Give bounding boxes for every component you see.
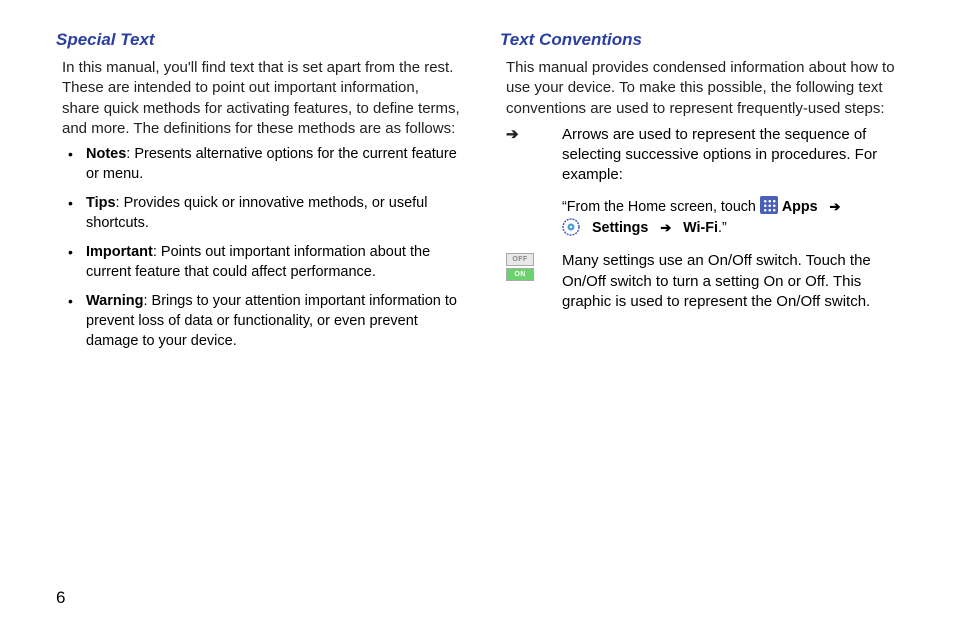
right-column: Text Conventions This manual provides co… bbox=[500, 30, 904, 361]
desc-notes: : Presents alternative options for the c… bbox=[86, 146, 457, 182]
special-text-heading: Special Text bbox=[56, 30, 460, 50]
special-text-intro: In this manual, you'll find text that is… bbox=[56, 58, 460, 139]
bullet-warning: • Warning: Brings to your attention impo… bbox=[68, 292, 460, 351]
arrow-convention-desc: Arrows are used to represent the sequenc… bbox=[562, 125, 904, 186]
switch-off-label: OFF bbox=[506, 253, 534, 266]
switch-convention-row: OFF ON Many settings use an On/Off switc… bbox=[506, 251, 904, 312]
term-important: Important bbox=[86, 244, 153, 260]
bullet-important: • Important: Points out important inform… bbox=[68, 243, 460, 282]
navigation-example: “From the Home screen, touch Apps ➔ bbox=[562, 196, 904, 240]
bullet-dot-icon: • bbox=[68, 145, 86, 184]
text-conventions-intro: This manual provides condensed informati… bbox=[500, 58, 904, 119]
switch-convention-desc: Many settings use an On/Off switch. Touc… bbox=[562, 251, 904, 312]
bullet-dot-icon: • bbox=[68, 243, 86, 282]
term-notes: Notes bbox=[86, 146, 126, 162]
page-number: 6 bbox=[56, 588, 65, 608]
bullet-notes: • Notes: Presents alternative options fo… bbox=[68, 145, 460, 184]
term-tips: Tips bbox=[86, 195, 116, 211]
example-wifi-label: Wi-Fi bbox=[683, 220, 718, 236]
arrow-convention-row: ➔ Arrows are used to represent the seque… bbox=[506, 125, 904, 240]
bullet-dot-icon: • bbox=[68, 292, 86, 351]
bullet-dot-icon: • bbox=[68, 194, 86, 233]
left-column: Special Text In this manual, you'll find… bbox=[56, 30, 460, 361]
example-apps-label: Apps bbox=[782, 199, 818, 215]
switch-on-label: ON bbox=[506, 268, 534, 281]
term-warning: Warning bbox=[86, 293, 143, 309]
nav-arrow-icon: ➔ bbox=[660, 220, 671, 235]
arrow-right-icon: ➔ bbox=[506, 125, 562, 240]
onoff-switch-icon: OFF ON bbox=[506, 251, 562, 312]
bullet-tips: • Tips: Provides quick or innovative met… bbox=[68, 194, 460, 233]
example-settings-label: Settings bbox=[592, 220, 648, 236]
text-conventions-heading: Text Conventions bbox=[500, 30, 904, 50]
nav-arrow-icon: ➔ bbox=[830, 199, 841, 214]
example-pre: “From the Home screen, touch bbox=[562, 199, 760, 215]
example-end: .” bbox=[718, 220, 727, 236]
settings-gear-icon bbox=[562, 218, 580, 236]
desc-tips: : Provides quick or innovative methods, … bbox=[86, 195, 427, 231]
apps-grid-icon bbox=[760, 196, 778, 214]
